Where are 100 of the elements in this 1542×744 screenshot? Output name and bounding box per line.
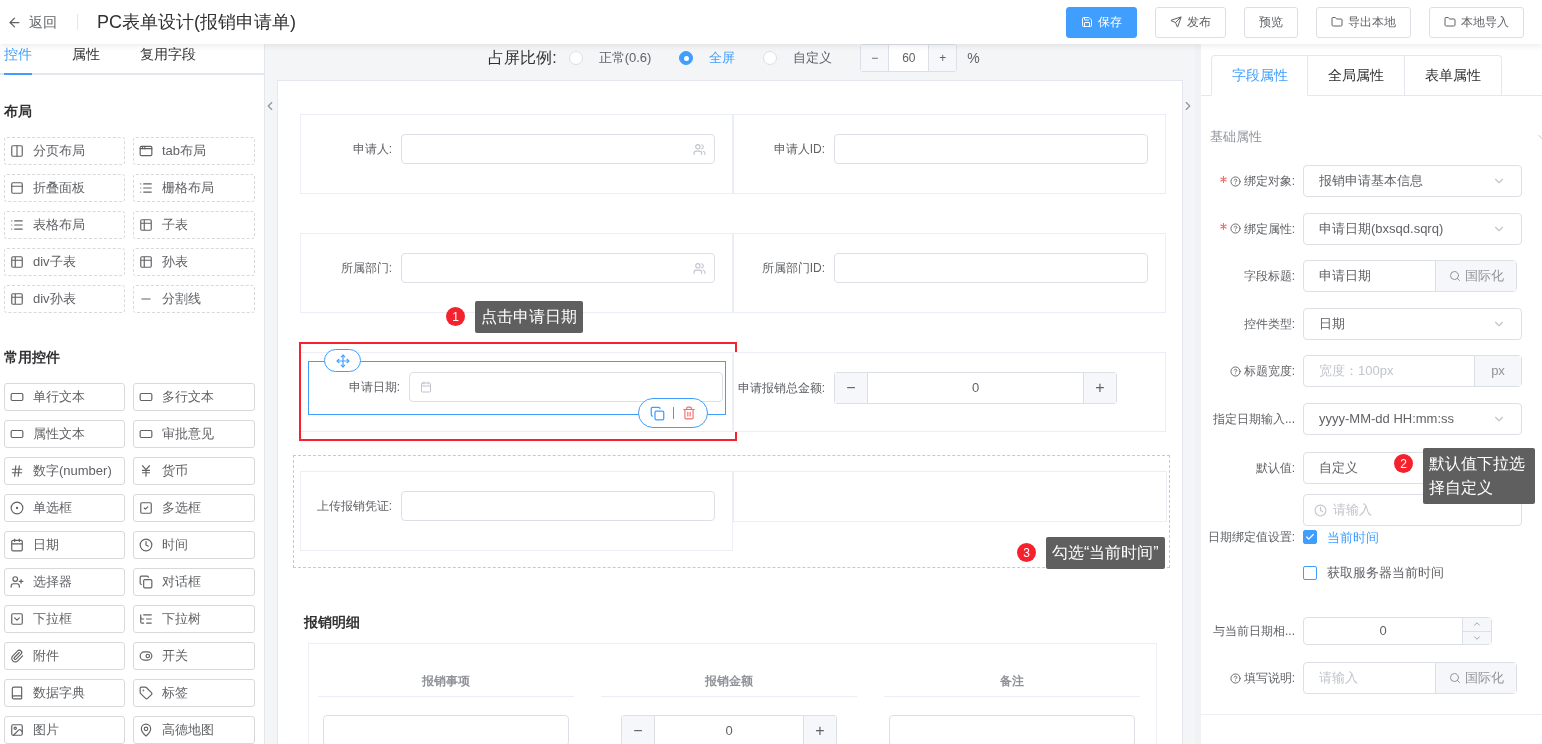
clock-icon bbox=[139, 538, 153, 552]
form-cell[interactable]: 所属部门ID: bbox=[733, 233, 1166, 313]
widget-item[interactable]: 日期 bbox=[4, 531, 125, 559]
save-icon bbox=[1081, 16, 1093, 28]
decrement-button[interactable]: − bbox=[861, 45, 890, 71]
radio-option[interactable]: 正常(0.6) bbox=[568, 48, 652, 68]
panel-icon bbox=[10, 181, 24, 195]
tag-icon bbox=[139, 686, 153, 700]
page-title: PC表单设计(报销申请单) bbox=[97, 10, 296, 34]
users-icon bbox=[693, 142, 706, 156]
widget-item[interactable]: 孙表 bbox=[133, 248, 255, 276]
number-stepper[interactable]: − 0 + bbox=[621, 715, 837, 744]
field-label: 申请人: bbox=[351, 141, 393, 158]
increment-button[interactable]: + bbox=[1083, 373, 1116, 403]
form-cell[interactable]: 上传报销凭证: bbox=[300, 471, 733, 551]
delete-icon[interactable] bbox=[682, 406, 696, 420]
form-cell[interactable]: 申请人ID: bbox=[733, 114, 1166, 194]
date-field[interactable] bbox=[409, 372, 723, 402]
widget-item[interactable]: 开关 bbox=[133, 642, 255, 670]
widget-item[interactable]: 单选框 bbox=[4, 494, 125, 522]
number-stepper[interactable]: − 0 + bbox=[834, 372, 1117, 404]
toolbar-button[interactable]: 预览 bbox=[1244, 6, 1298, 38]
select-field[interactable]: yyyy-MM-dd HH:mm:ss bbox=[1303, 403, 1522, 435]
widget-item[interactable]: 分页布局 bbox=[4, 137, 125, 165]
ratio-stepper[interactable]: − 60 + bbox=[860, 44, 958, 72]
field-label: 绑定对象: bbox=[1243, 173, 1295, 190]
widget-item[interactable]: 栅格布局 bbox=[133, 174, 255, 202]
help-icon[interactable] bbox=[1229, 223, 1241, 234]
yen-icon bbox=[139, 464, 153, 478]
widget-item[interactable]: 数据字典 bbox=[4, 679, 125, 707]
property-tab[interactable]: 表单属性 bbox=[1405, 55, 1502, 96]
widget-item[interactable]: 附件 bbox=[4, 642, 125, 670]
help-icon[interactable] bbox=[1229, 365, 1241, 377]
widget-item[interactable]: 分割线 bbox=[133, 285, 255, 313]
table-icon bbox=[139, 255, 153, 269]
widget-item[interactable]: 多行文本 bbox=[133, 383, 255, 411]
map-pin-icon bbox=[139, 723, 153, 737]
select-field[interactable]: 报销申请基本信息 bbox=[1303, 165, 1522, 197]
widget-item[interactable]: 高德地图 bbox=[133, 716, 255, 744]
decrement-button[interactable]: − bbox=[835, 373, 868, 403]
property-tab[interactable]: 全局属性 bbox=[1308, 55, 1405, 96]
input-field[interactable] bbox=[401, 491, 715, 521]
input-field[interactable] bbox=[834, 253, 1148, 283]
input-field[interactable] bbox=[401, 134, 715, 164]
widget-item[interactable]: 属性文本 bbox=[4, 420, 125, 448]
book-icon bbox=[10, 686, 24, 700]
field-label: 申请日期: bbox=[347, 379, 401, 396]
widget-item[interactable]: 单行文本 bbox=[4, 383, 125, 411]
required-icon bbox=[1219, 223, 1227, 230]
widget-item[interactable]: 多选框 bbox=[133, 494, 255, 522]
text-field-icon bbox=[139, 390, 153, 404]
select-value: 日期 bbox=[1319, 314, 1345, 333]
increment-button[interactable]: + bbox=[803, 716, 836, 744]
widget-item[interactable]: 选择器 bbox=[4, 568, 125, 596]
input-field[interactable] bbox=[323, 715, 569, 744]
widget-item[interactable]: 下拉树 bbox=[133, 605, 255, 633]
widget-item[interactable]: div孙表 bbox=[4, 285, 125, 313]
checkbox[interactable] bbox=[1303, 530, 1317, 545]
input-field[interactable]: 申请日期 国际化 bbox=[1303, 260, 1517, 292]
widget-item[interactable]: 标签 bbox=[133, 679, 255, 707]
form-cell[interactable]: 申请日期: bbox=[300, 352, 733, 432]
back-button[interactable]: 返回 bbox=[7, 11, 57, 33]
checkbox[interactable] bbox=[1303, 565, 1317, 580]
toolbar-button[interactable]: 导出本地 bbox=[1316, 6, 1411, 38]
field-label: 标题宽度: bbox=[1243, 363, 1295, 380]
checkbox-option[interactable]: 获取服务器当前时间 bbox=[1303, 563, 1444, 583]
radio-option[interactable]: 自定义 bbox=[763, 48, 833, 68]
panel-tab[interactable]: 属性 bbox=[72, 44, 100, 75]
toolbar-button[interactable]: 发布 bbox=[1155, 6, 1226, 38]
form-cell[interactable]: 申请报销总金额: − 0 + bbox=[733, 352, 1166, 432]
widget-item[interactable]: 时间 bbox=[133, 531, 255, 559]
widget-item[interactable]: 折叠面板 bbox=[4, 174, 125, 202]
widget-item[interactable]: tab布局 bbox=[133, 137, 255, 165]
input-field[interactable] bbox=[889, 715, 1135, 744]
text-field-icon bbox=[139, 427, 153, 441]
copy-icon[interactable] bbox=[650, 405, 665, 421]
widget-item[interactable]: 审批意见 bbox=[133, 420, 255, 448]
select-field[interactable]: 申请日期(bxsqd.sqrq) bbox=[1303, 212, 1522, 245]
widget-item[interactable]: 对话框 bbox=[133, 568, 255, 596]
widget-item[interactable]: 数字(number) bbox=[4, 457, 125, 485]
move-handle[interactable] bbox=[324, 349, 361, 372]
panel-tab[interactable]: 复用字段 bbox=[140, 44, 196, 75]
widget-item[interactable]: div子表 bbox=[4, 248, 125, 276]
widget-item[interactable]: 子表 bbox=[133, 211, 255, 239]
form-cell[interactable]: 申请人: bbox=[300, 114, 733, 194]
toolbar-button[interactable]: 本地导入 bbox=[1429, 6, 1524, 38]
help-icon[interactable] bbox=[1229, 175, 1241, 187]
input-field[interactable] bbox=[834, 134, 1148, 164]
widget-item[interactable]: 图片 bbox=[4, 716, 125, 744]
ratio-value: 60 bbox=[901, 50, 917, 67]
help-icon[interactable] bbox=[1229, 672, 1241, 684]
input-field[interactable] bbox=[401, 253, 715, 283]
widget-item[interactable]: 下拉框 bbox=[4, 605, 125, 633]
decrement-button[interactable]: − bbox=[622, 716, 655, 744]
widget-item[interactable]: 货币 bbox=[133, 457, 255, 485]
table-icon bbox=[10, 292, 24, 306]
send-icon bbox=[1170, 16, 1182, 28]
widget-item[interactable]: 表格布局 bbox=[4, 211, 125, 239]
select-field[interactable]: 日期 bbox=[1303, 307, 1522, 340]
increment-button[interactable]: + bbox=[928, 45, 957, 71]
